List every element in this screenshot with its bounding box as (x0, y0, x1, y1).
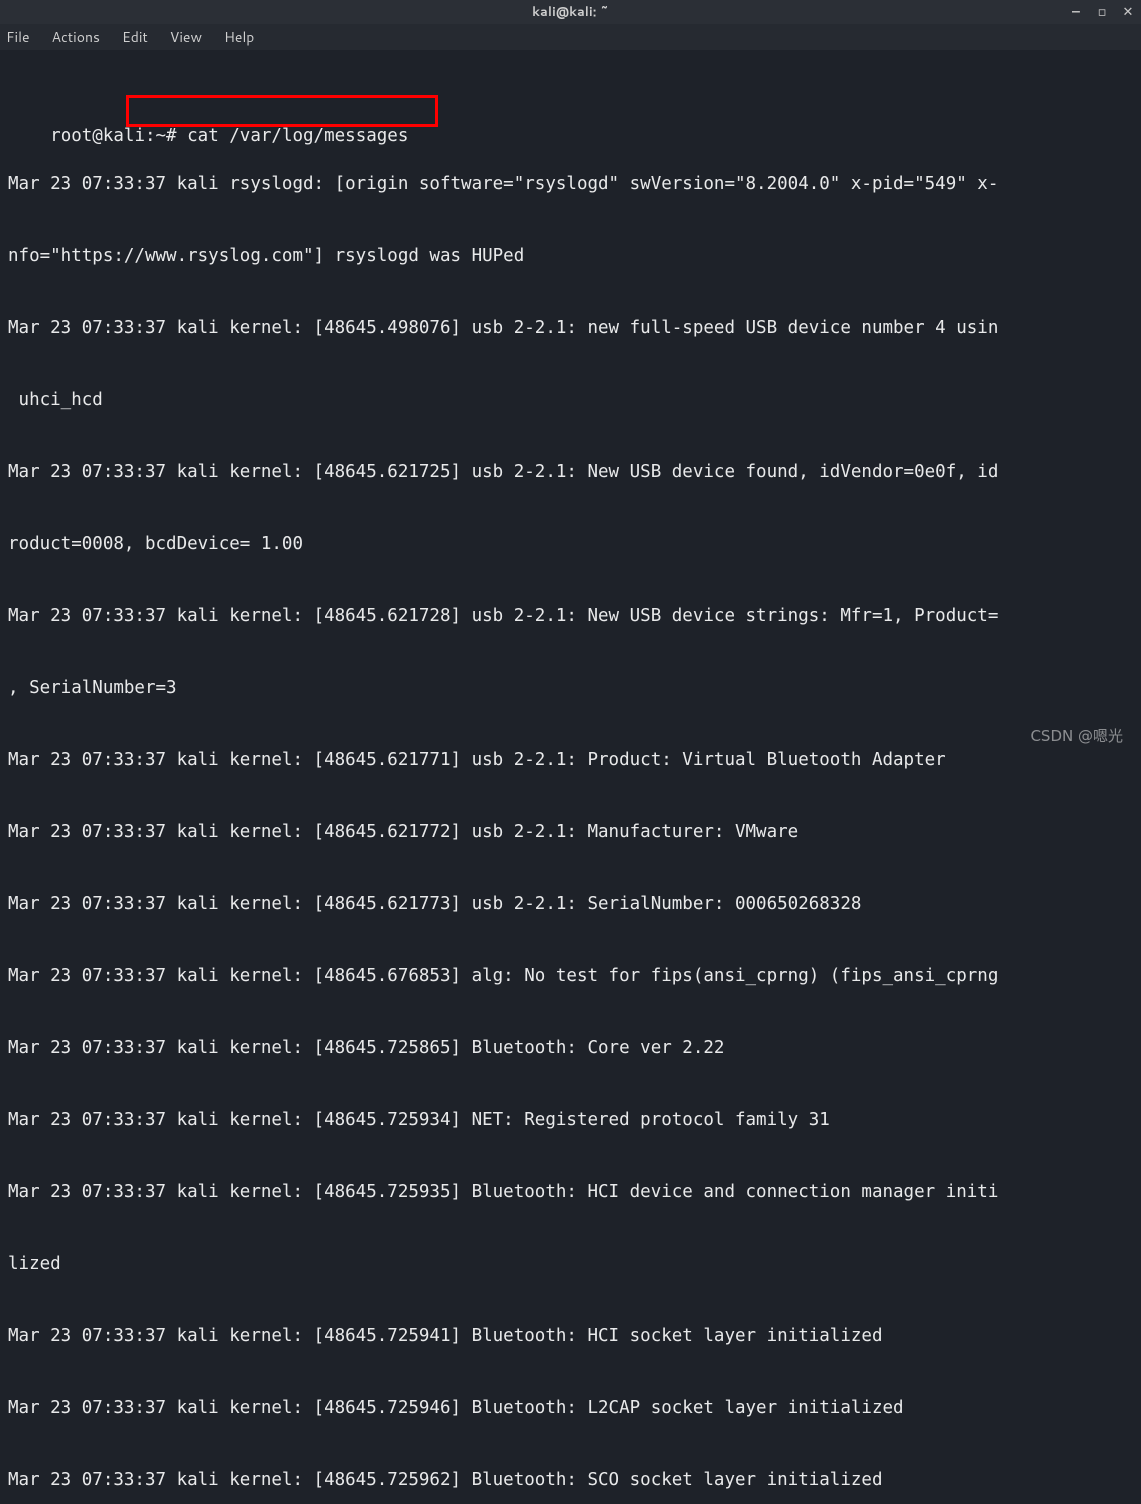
log-line: Mar 23 07:33:37 kali kernel: [48645.6217… (8, 820, 1141, 844)
terminal-output[interactable]: root@kali:~# cat /var/log/messages Mar 2… (0, 50, 1141, 1504)
menu-file[interactable]: File (6, 27, 30, 47)
log-line: Mar 23 07:33:37 kali kernel: [48645.6768… (8, 964, 1141, 988)
log-line: Mar 23 07:33:37 kali kernel: [48645.7259… (8, 1396, 1141, 1420)
menu-actions[interactable]: Actions (52, 27, 100, 47)
menu-view[interactable]: View (170, 27, 202, 47)
highlight-box (126, 95, 438, 127)
watermark: CSDN @嗯光 (1030, 725, 1123, 746)
log-line: roduct=0008, bcdDevice= 1.00 (8, 532, 1141, 556)
log-line: Mar 23 07:33:37 kali rsyslogd: [origin s… (8, 172, 1141, 196)
log-line: uhci_hcd (8, 388, 1141, 412)
window-title: kali@kali: ~ (532, 3, 609, 21)
log-line: lized (8, 1252, 1141, 1276)
log-line: Mar 23 07:33:37 kali kernel: [48645.7259… (8, 1108, 1141, 1132)
menu-help[interactable]: Help (224, 27, 254, 47)
prompt-line: root@kali:~# cat /var/log/messages (50, 126, 408, 146)
window-titlebar: kali@kali: ~ – ▫ ✕ (0, 0, 1141, 24)
close-button[interactable]: ✕ (1121, 3, 1135, 21)
log-line: Mar 23 07:33:37 kali kernel: [48645.7259… (8, 1468, 1141, 1492)
maximize-button[interactable]: ▫ (1095, 3, 1109, 21)
log-line: , SerialNumber=3 (8, 676, 1141, 700)
log-line: Mar 23 07:33:37 kali kernel: [48645.4980… (8, 316, 1141, 340)
log-line: Mar 23 07:33:37 kali kernel: [48645.7258… (8, 1036, 1141, 1060)
log-line: Mar 23 07:33:37 kali kernel: [48645.7259… (8, 1180, 1141, 1204)
menu-edit[interactable]: Edit (122, 27, 148, 47)
log-line: Mar 23 07:33:37 kali kernel: [48645.6217… (8, 604, 1141, 628)
log-line: Mar 23 07:33:37 kali kernel: [48645.6217… (8, 460, 1141, 484)
log-line: nfo="https://www.rsyslog.com"] rsyslogd … (8, 244, 1141, 268)
log-line: Mar 23 07:33:37 kali kernel: [48645.7259… (8, 1324, 1141, 1348)
minimize-button[interactable]: – (1069, 3, 1083, 21)
menu-bar: File Actions Edit View Help (0, 24, 1141, 50)
log-line: Mar 23 07:33:37 kali kernel: [48645.6217… (8, 892, 1141, 916)
window-controls: – ▫ ✕ (1069, 0, 1135, 24)
